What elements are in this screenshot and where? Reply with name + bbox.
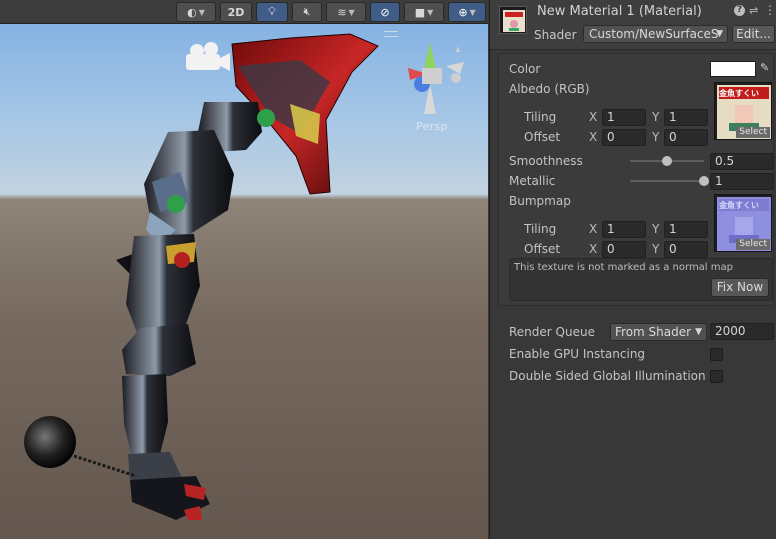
- chevron-down-icon: ▼: [427, 7, 434, 17]
- smoothness-label: Smoothness: [509, 154, 583, 168]
- smoothness-value-field[interactable]: 0.5: [710, 153, 774, 170]
- scene-view[interactable]: ◐ ▼ 2D 💡︎ 🔇︎ ≋ ▼ ⊘ ■ ▼ ⊕ ▼ Persp: [0, 0, 488, 539]
- shader-label: Shader: [534, 28, 577, 42]
- scene-toolbar: ◐ ▼ 2D 💡︎ 🔇︎ ≋ ▼ ⊘ ■ ▼ ⊕ ▼: [0, 0, 488, 24]
- shading-mode-dropdown[interactable]: ◐ ▼: [176, 2, 216, 22]
- render-queue-label: Render Queue: [509, 325, 595, 339]
- albedo-texture-slot[interactable]: 金魚すくい Select: [714, 82, 772, 140]
- normal-map-warning-box: This texture is not marked as a normal m…: [509, 258, 773, 301]
- effects-layers-icon: ≋: [337, 5, 347, 19]
- render-queue-value-field[interactable]: 2000: [710, 323, 774, 340]
- camera-icon: ■: [414, 5, 426, 19]
- chevron-down-icon: ▼: [469, 7, 476, 17]
- preset-sliders-icon[interactable]: ⇌: [749, 4, 758, 17]
- bumpmap-label: Bumpmap: [509, 194, 571, 208]
- axis-x-label: X: [589, 110, 598, 124]
- help-icon[interactable]: ?: [734, 5, 745, 16]
- metallic-value-field[interactable]: 1: [710, 173, 774, 190]
- effects-dropdown[interactable]: ≋ ▼: [326, 2, 366, 22]
- visibility-off-icon: ⊘: [380, 5, 390, 19]
- lightbulb-icon: 💡︎: [268, 5, 276, 18]
- gpu-instancing-checkbox[interactable]: [710, 348, 723, 361]
- color-label: Color: [509, 62, 541, 76]
- orientation-gizmo[interactable]: [400, 38, 474, 118]
- gizmo-globe-icon: ⊕: [458, 5, 468, 19]
- material-preview-thumbnail: [499, 6, 527, 34]
- chevron-down-icon: ▼: [716, 29, 723, 39]
- material-title: New Material 1 (Material): [537, 4, 702, 19]
- axis-y-label: Y: [652, 130, 660, 144]
- albedo-texture-caption: 金魚すくい: [719, 89, 759, 98]
- bump-tiling-y-field[interactable]: 1: [664, 221, 708, 238]
- albedo-select-button[interactable]: Select: [736, 127, 770, 138]
- scene-visibility-toggle[interactable]: ⊘: [370, 2, 400, 22]
- toggle-2d-button[interactable]: 2D: [220, 2, 252, 22]
- bump-offset-y-field[interactable]: 0: [664, 241, 708, 258]
- albedo-tiling-label: Tiling: [524, 110, 557, 124]
- gpu-instancing-label: Enable GPU Instancing: [509, 347, 646, 361]
- double-sided-gi-label: Double Sided Global Illumination: [509, 369, 706, 383]
- bump-offset-x-field[interactable]: 0: [602, 241, 646, 258]
- axis-x-label: X: [589, 222, 598, 236]
- albedo-offset-label: Offset: [524, 130, 561, 144]
- audio-toggle-button[interactable]: 🔇︎: [292, 2, 322, 22]
- camera-settings-dropdown[interactable]: ■ ▼: [404, 2, 444, 22]
- albedo-tiling-x-field[interactable]: 1: [602, 109, 646, 126]
- color-swatch[interactable]: [710, 61, 756, 77]
- scene-overlay-menu-icon[interactable]: [384, 31, 398, 37]
- axis-y-label: Y: [652, 222, 660, 236]
- smoothness-slider-handle[interactable]: [662, 156, 672, 166]
- chevron-down-icon: ▼: [348, 7, 355, 17]
- shading-mode-icon: ◐: [187, 5, 197, 19]
- chevron-down-icon: ▼: [695, 327, 702, 337]
- shader-dropdown-value: Custom/NewSurfaceS: [589, 27, 719, 41]
- axis-x-label: X: [589, 242, 598, 256]
- camera-gizmo-icon[interactable]: [184, 40, 232, 74]
- albedo-offset-y-field[interactable]: 0: [664, 129, 708, 146]
- fix-now-button[interactable]: Fix Now: [711, 278, 769, 297]
- edit-shader-button[interactable]: Edit...: [732, 25, 775, 43]
- metallic-slider-handle[interactable]: [699, 176, 709, 186]
- bump-tiling-x-field[interactable]: 1: [602, 221, 646, 238]
- bumpmap-select-button[interactable]: Select: [736, 239, 770, 250]
- lighting-toggle-button[interactable]: 💡︎: [256, 2, 288, 22]
- gizmos-dropdown[interactable]: ⊕ ▼: [448, 2, 486, 22]
- bump-tiling-label: Tiling: [524, 222, 557, 236]
- albedo-label: Albedo (RGB): [509, 82, 590, 96]
- bumpmap-texture-caption: 金魚すくい: [719, 201, 759, 210]
- metallic-slider-track[interactable]: [630, 180, 704, 182]
- albedo-tiling-y-field[interactable]: 1: [664, 109, 708, 126]
- normal-map-warning-text: This texture is not marked as a normal m…: [514, 262, 733, 273]
- metallic-label: Metallic: [509, 174, 556, 188]
- projection-mode-label[interactable]: Persp: [416, 120, 448, 133]
- double-sided-gi-checkbox[interactable]: [710, 370, 723, 383]
- shader-dropdown[interactable]: Custom/NewSurfaceS ▼: [583, 25, 728, 43]
- axis-y-label: Y: [652, 242, 660, 256]
- bump-offset-label: Offset: [524, 242, 561, 256]
- render-queue-mode-dropdown[interactable]: From Shader ▼: [610, 323, 707, 341]
- chevron-down-icon: ▼: [198, 7, 205, 17]
- axis-y-label: Y: [652, 110, 660, 124]
- audio-mute-icon: 🔇︎: [303, 5, 311, 18]
- eyedropper-icon[interactable]: ✎: [760, 61, 769, 74]
- axis-x-label: X: [589, 130, 598, 144]
- render-queue-mode-value: From Shader: [615, 325, 692, 339]
- material-header: New Material 1 (Material) ? ⇌ ⋮ Shader C…: [490, 0, 776, 50]
- more-options-icon[interactable]: ⋮: [764, 3, 776, 17]
- albedo-offset-x-field[interactable]: 0: [602, 129, 646, 146]
- bumpmap-texture-slot[interactable]: 金魚すくい Select: [714, 194, 772, 252]
